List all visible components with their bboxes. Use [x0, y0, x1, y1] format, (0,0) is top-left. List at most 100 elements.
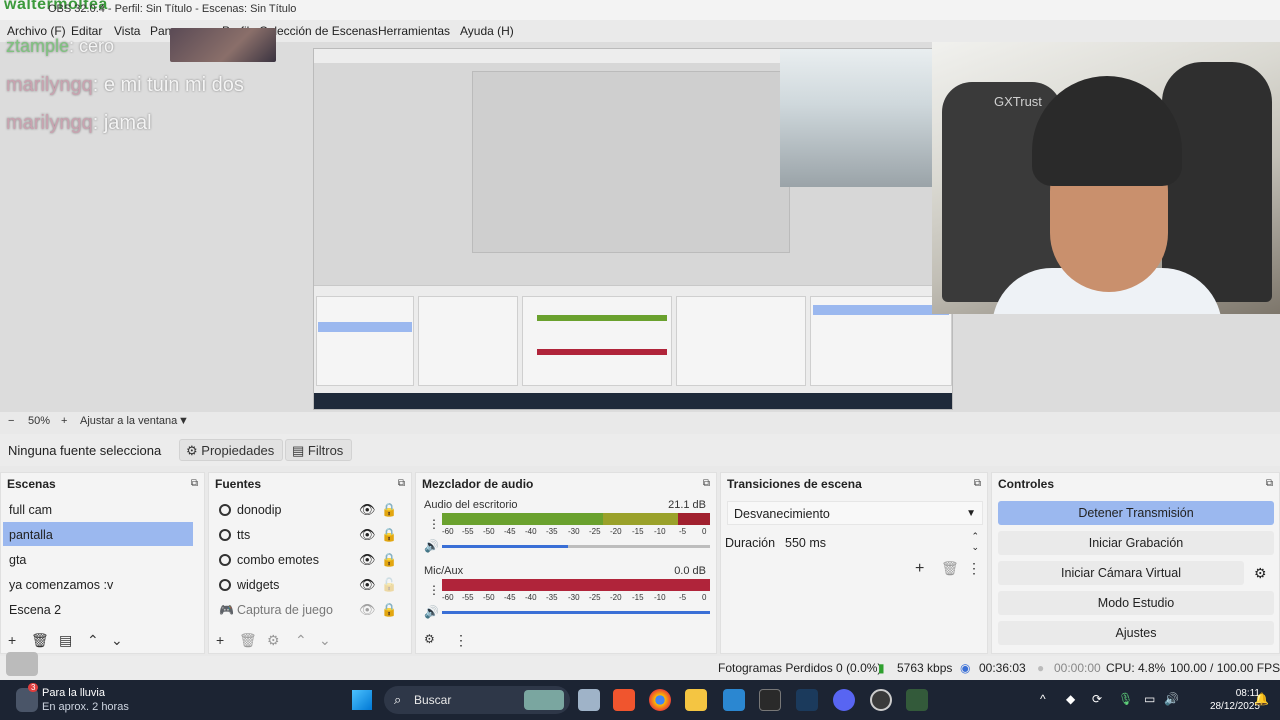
weather-title[interactable]: Para la lluvia	[42, 687, 105, 699]
kebab-menu-icon[interactable]: ⋮	[428, 517, 440, 531]
transition-select[interactable]: Desvanecimiento ▼	[727, 501, 983, 525]
file-explorer-icon[interactable]	[685, 689, 707, 711]
kebab-menu-icon[interactable]: ⋮	[454, 632, 468, 649]
store-icon[interactable]	[723, 689, 745, 711]
gear-icon[interactable]: ⚙	[267, 632, 280, 649]
app-icon[interactable]	[906, 689, 928, 711]
chevron-down-icon[interactable]: ▼	[178, 415, 189, 427]
eye-icon[interactable]: 👁	[359, 552, 376, 568]
menu-vista[interactable]: Vista	[114, 24, 140, 38]
source-item[interactable]: widgets 👁 🔓	[211, 572, 397, 596]
properties-button[interactable]: ⚙ Propiedades	[179, 439, 284, 461]
scene-item[interactable]: full cam	[3, 497, 193, 521]
weather-subtitle[interactable]: En aprox. 2 horas	[42, 701, 129, 713]
chevron-up-icon[interactable]: ⌃	[87, 632, 99, 649]
zoom-out-button[interactable]: −	[8, 415, 14, 427]
volume-icon[interactable]: 🔊	[1164, 692, 1179, 706]
undock-icon[interactable]: ⧉	[703, 478, 710, 489]
scenes-dock: Escenas ⧉ full cam pantalla gta ya comen…	[0, 472, 205, 654]
menu-ayuda[interactable]: Ayuda (H)	[460, 24, 514, 38]
lock-icon[interactable]: 🔒	[381, 552, 397, 568]
duration-spinbox[interactable]: 550 ms ⌃ ⌄	[781, 531, 983, 555]
zoom-level: 50%	[28, 415, 51, 427]
preview-canvas[interactable]: ztample: cero marilyngq: e mi tuin mi do…	[0, 28, 1280, 412]
zoom-fit-select[interactable]: Ajustar a la ventana	[80, 415, 177, 427]
taskbar-search[interactable]: ⌕ Buscar	[384, 686, 570, 714]
speaker-icon[interactable]: 🔊	[424, 539, 439, 553]
gear-icon[interactable]: ⚙	[424, 632, 435, 646]
undock-icon[interactable]: ⧉	[974, 478, 981, 489]
trash-icon[interactable]: 🗑	[239, 632, 257, 649]
trash-icon[interactable]: 🗑	[941, 560, 959, 577]
add-icon[interactable]: +	[915, 560, 924, 578]
speaker-icon[interactable]: 🔊	[424, 605, 439, 619]
lock-icon[interactable]: 🔒	[381, 602, 397, 618]
mixer-channel-name: Audio del escritorio	[424, 499, 518, 511]
eye-icon[interactable]: 👁	[359, 527, 376, 543]
menu-coleccion-escenas[interactable]: Colección de Escenas	[259, 24, 378, 38]
eye-hidden-icon[interactable]: 👁	[359, 602, 376, 618]
undock-icon[interactable]: ⧉	[398, 478, 405, 489]
start-recording-button[interactable]: Iniciar Grabación	[998, 531, 1274, 555]
start-virtual-camera-button[interactable]: Iniciar Cámara Virtual	[998, 561, 1244, 585]
filters-button[interactable]: ▤ Filtros	[285, 439, 353, 461]
scene-item[interactable]: gta	[3, 547, 193, 571]
scenes-toolbar: + 🗑 ▤ ⌃ ⌄	[1, 627, 204, 653]
filter-icon[interactable]: ▤	[59, 632, 72, 649]
epic-games-icon[interactable]	[759, 689, 781, 711]
zoom-in-button[interactable]: +	[61, 415, 67, 427]
nested-taskbar	[314, 393, 952, 409]
clock[interactable]: 08:11 28/12/2025	[1210, 687, 1260, 713]
task-view-icon[interactable]	[578, 689, 600, 711]
spin-arrows-icon[interactable]: ⌃ ⌄	[971, 531, 979, 553]
steam-icon[interactable]	[796, 689, 818, 711]
source-item[interactable]: tts 👁 🔒	[211, 522, 397, 546]
chat-message: marilyngq: e mi tuin mi dos	[6, 74, 244, 96]
microphone-icon[interactable]: 🎙	[1118, 692, 1133, 706]
brave-icon[interactable]	[613, 689, 635, 711]
settings-button[interactable]: Ajustes	[998, 621, 1274, 645]
lock-icon[interactable]: 🔒	[381, 527, 397, 543]
source-item[interactable]: donodip 👁 🔒	[211, 497, 397, 521]
add-icon[interactable]: +	[216, 632, 224, 648]
lock-icon[interactable]: 🔒	[381, 502, 397, 518]
gear-icon[interactable]: ⚙	[1254, 565, 1267, 582]
volume-slider[interactable]	[442, 611, 710, 614]
dock-title: Transiciones de escena	[727, 477, 862, 491]
chevron-down-icon[interactable]: ⌄	[111, 632, 123, 649]
menu-herramientas[interactable]: Herramientas	[378, 24, 450, 38]
discord-icon[interactable]	[833, 689, 855, 711]
chevron-up-icon[interactable]: ^	[1040, 692, 1046, 706]
chevron-down-icon[interactable]: ⌄	[319, 632, 331, 649]
source-item[interactable]: combo emotes 👁 🔒	[211, 547, 397, 571]
add-icon[interactable]: +	[8, 632, 16, 648]
kebab-menu-icon[interactable]: ⋮	[967, 560, 981, 577]
volume-slider[interactable]	[442, 545, 710, 548]
scene-item[interactable]: ya comenzamos :v	[3, 572, 193, 596]
scene-item[interactable]: pantalla	[3, 522, 193, 546]
stop-streaming-button[interactable]: Detener Transmisión	[998, 501, 1274, 525]
undock-icon[interactable]: ⧉	[1266, 478, 1273, 489]
notifications-icon[interactable]: 🔔	[1254, 692, 1269, 706]
search-highlight-icon	[524, 690, 564, 710]
studio-mode-button[interactable]: Modo Estudio	[998, 591, 1274, 615]
obs-icon[interactable]	[870, 689, 892, 711]
trash-icon[interactable]: 🗑	[31, 632, 49, 649]
windows-start-icon[interactable]	[352, 690, 372, 710]
scene-item[interactable]: Escena 2	[3, 597, 193, 621]
unlock-icon[interactable]: 🔓	[381, 577, 397, 593]
network-icon[interactable]: ▭	[1144, 692, 1155, 706]
nested-webcam	[780, 49, 952, 187]
chat-avatar-image	[170, 28, 276, 62]
eye-icon[interactable]: 👁	[359, 502, 376, 518]
no-source-label: Ninguna fuente selecciona	[8, 443, 162, 458]
undock-icon[interactable]: ⧉	[191, 478, 198, 489]
sync-icon[interactable]: ⟳	[1092, 692, 1102, 706]
discord-tray-icon[interactable]: ◆	[1066, 692, 1075, 706]
eye-icon[interactable]: 👁	[359, 577, 376, 593]
chevron-up-icon[interactable]: ⌃	[295, 632, 307, 649]
gear-icon: ⚙	[186, 443, 198, 458]
chrome-icon[interactable]	[649, 689, 671, 711]
source-item[interactable]: 🎮 Captura de juego 👁 🔒	[211, 597, 397, 621]
kebab-menu-icon[interactable]: ⋮	[428, 583, 440, 597]
